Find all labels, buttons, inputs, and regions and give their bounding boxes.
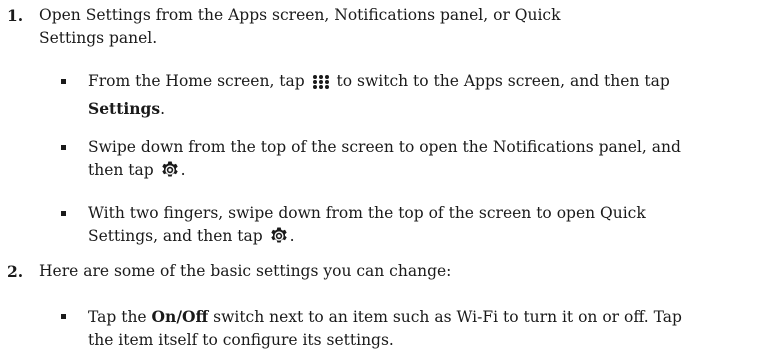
bullet-text: With two fingers, swipe down from the to… — [88, 202, 688, 252]
settings-label: Settings — [88, 99, 161, 118]
step-text: Here are some of the basic settings you … — [39, 262, 452, 280]
bullet-text: Tap the On/Off switch next to an item su… — [88, 307, 682, 349]
apps-grid-icon — [312, 74, 330, 97]
gear-icon — [161, 161, 179, 186]
bullet-marker — [61, 314, 66, 319]
on-off-label: On/Off — [151, 307, 209, 326]
step-number: 1. — [7, 6, 24, 25]
step-text: Open Settings from the Apps screen, Noti… — [39, 6, 561, 47]
bullet-text: From the Home screen, tap to switch to t… — [88, 72, 670, 118]
bullet-marker — [61, 211, 66, 216]
bullet-marker — [61, 79, 66, 84]
bullet-marker — [61, 145, 66, 150]
gear-icon — [270, 227, 288, 252]
bullet-text: Swipe down from the top of the screen to… — [88, 136, 688, 186]
step-number: 2. — [7, 262, 24, 281]
